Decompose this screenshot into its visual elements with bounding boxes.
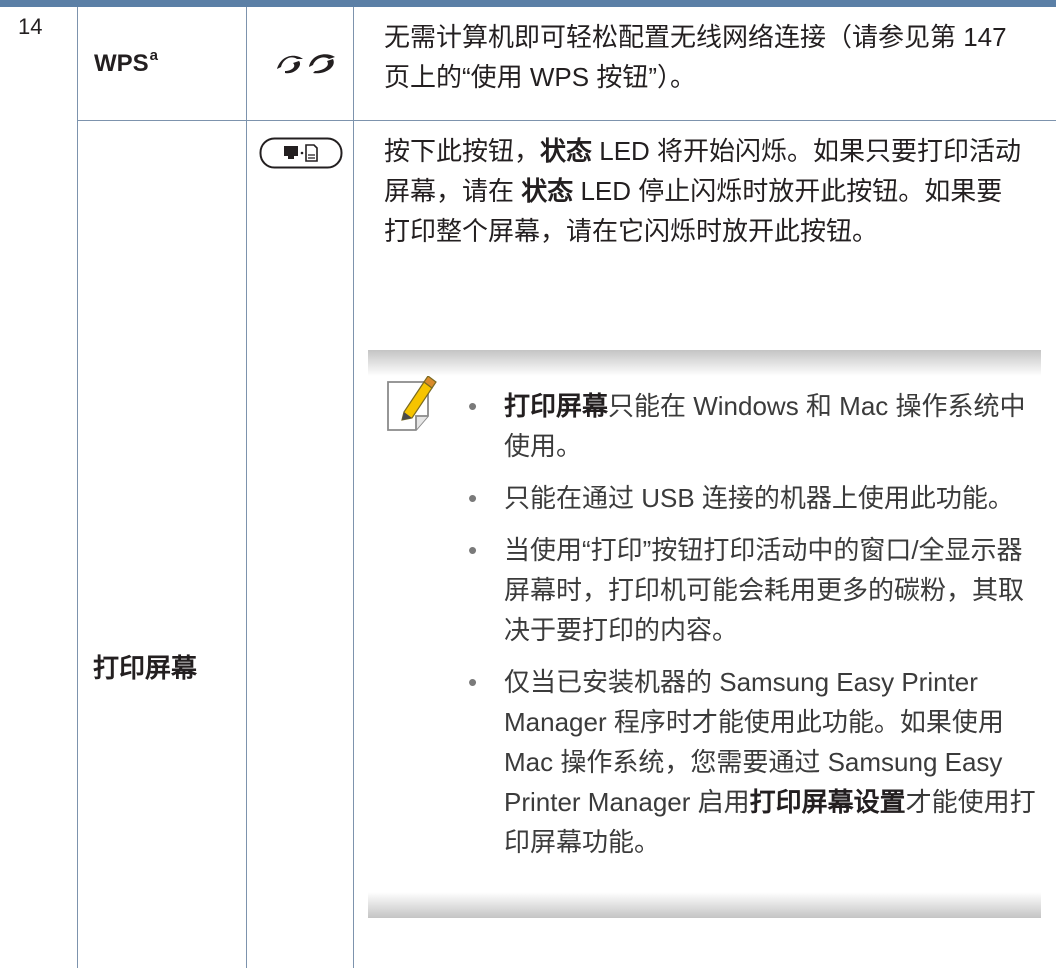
row-number: 14: [18, 14, 43, 39]
table-divider: [77, 120, 1056, 121]
feature-name-print-screen: 打印屏幕: [93, 653, 198, 683]
note-bullet-list: • 打印屏幕只能在 Windows 和 Mac 操作系统中使用。 • 只能在通过 U…: [464, 386, 1038, 874]
list-item: • 仅当已安装机器的 Samsung Easy Printer Manager 程…: [468, 667, 1036, 857]
table-top-rule: [0, 0, 1056, 7]
list-item: • 当使用“打印”按钮打印活动中的窗口/全显示器屏幕时，打印机可能会耗用更多的碳粉…: [468, 535, 1025, 645]
note-box-bottom-shade: [368, 892, 1041, 918]
note-pencil-icon: [387, 376, 437, 431]
print-screen-button-icon: [259, 137, 343, 169]
table-divider: [353, 7, 354, 968]
note-box-top-shade: [368, 350, 1041, 376]
list-item: • 只能在通过 USB 连接的机器上使用此功能。: [468, 483, 1014, 513]
wps-icon: [277, 54, 335, 74]
feature-name-wps: WPSa: [94, 47, 159, 77]
print-screen-description: 按下此按钮，状态 LED 将开始闪烁。如果只要打印活动屏幕，请在 状态 LED …: [384, 136, 1022, 246]
table-divider: [246, 7, 247, 968]
list-item: • 打印屏幕只能在 Windows 和 Mac 操作系统中使用。: [468, 391, 1026, 461]
wps-description: 无需计算机即可轻松配置无线网络连接（请参见第 147 页上的“使用 WPS 按钮…: [384, 22, 1007, 92]
table-divider: [77, 7, 78, 968]
